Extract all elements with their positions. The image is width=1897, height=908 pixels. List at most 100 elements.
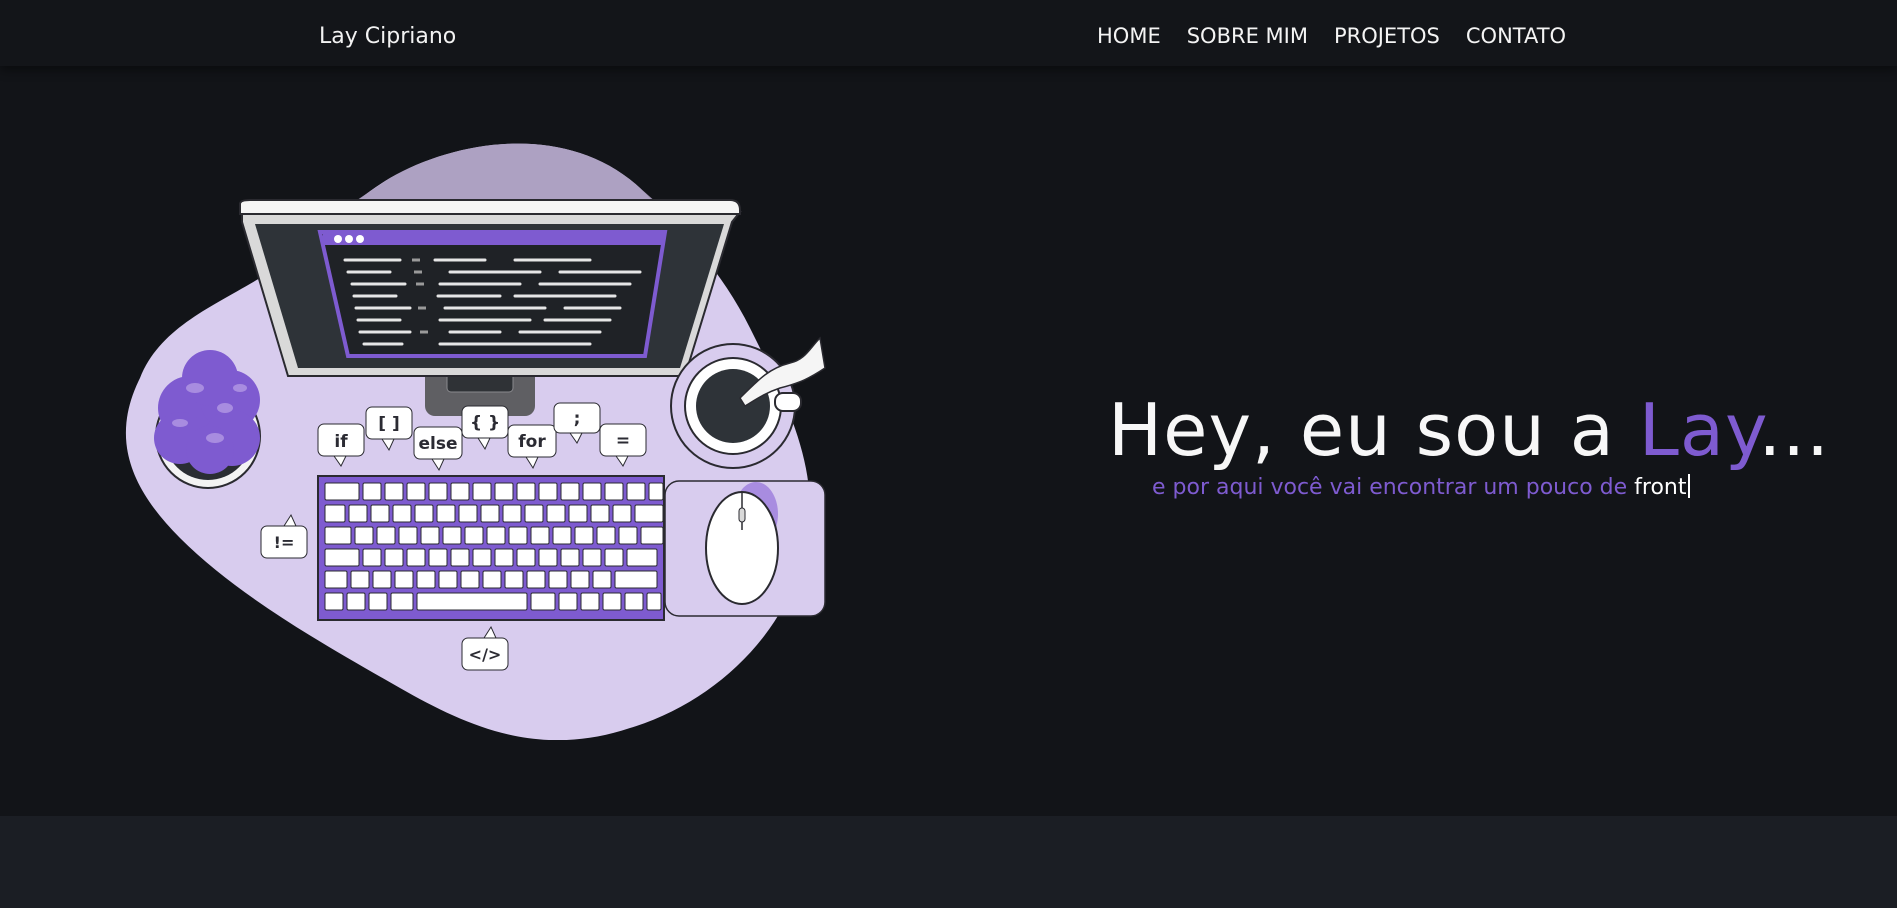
- keyboard-key: [348, 504, 368, 523]
- keyboard-key: [460, 570, 480, 589]
- keyboard-icon: [317, 475, 665, 621]
- keyboard-key: [558, 592, 578, 611]
- keyboard-key: [634, 504, 664, 523]
- keyboard-key: [406, 482, 426, 501]
- headline-greeting: Hey, eu sou a: [1108, 388, 1639, 472]
- keyboard-key: [602, 592, 622, 611]
- keyboard-key: [324, 504, 346, 523]
- keyboard-key: [486, 526, 506, 545]
- keyboard-key: [516, 482, 536, 501]
- keyboard-key: [618, 526, 638, 545]
- keyboard-key: [614, 570, 658, 589]
- keyboard-key: [516, 548, 536, 567]
- coffee-cup-icon: [670, 336, 826, 469]
- keyboard-key: [458, 504, 478, 523]
- keyboard-key: [604, 548, 624, 567]
- brand-logo[interactable]: Lay Cipriano: [319, 24, 456, 49]
- headline-name: Lay: [1638, 388, 1759, 472]
- keyboard-key: [508, 526, 528, 545]
- keyboard-key: [372, 570, 392, 589]
- keyboard-key: [646, 592, 662, 611]
- keyboard-key: [394, 570, 414, 589]
- nav-contato[interactable]: CONTATO: [1466, 24, 1566, 48]
- keyboard-key: [502, 504, 522, 523]
- keyboard-key: [612, 504, 632, 523]
- nav-sobre-mim[interactable]: SOBRE MIM: [1187, 24, 1308, 48]
- typing-caret: [1687, 474, 1690, 498]
- keyboard-key: [548, 570, 568, 589]
- keyboard-key: [406, 548, 426, 567]
- keyboard-key: [626, 482, 646, 501]
- svg-text:</>: </>: [469, 645, 502, 664]
- keyboard-key: [376, 526, 396, 545]
- keyboard-key: [354, 526, 374, 545]
- keyboard-key: [384, 482, 404, 501]
- svg-text:=: =: [616, 431, 630, 451]
- keyboard-key: [472, 548, 492, 567]
- keyboard-key: [582, 548, 602, 567]
- keyboard-key: [362, 482, 382, 501]
- mouse-icon: [664, 480, 826, 617]
- keyboard-key: [480, 504, 500, 523]
- top-navbar: Lay Cipriano HOME SOBRE MIM PROJETOS CON…: [0, 0, 1897, 66]
- svg-text:else: else: [418, 434, 457, 454]
- keyboard-key: [624, 592, 644, 611]
- keyboard-key: [324, 570, 348, 589]
- keyboard-key: [416, 592, 528, 611]
- keyboard-key: [324, 526, 352, 545]
- keyboard-key: [420, 526, 440, 545]
- keyboard-key: [626, 548, 658, 567]
- keyboard-key: [472, 482, 492, 501]
- keyboard-key: [648, 482, 664, 501]
- keyboard-key: [560, 548, 580, 567]
- keyboard-key: [398, 526, 418, 545]
- svg-text:for: for: [518, 432, 546, 452]
- keyboard-key: [582, 482, 602, 501]
- keyboard-key: [350, 570, 370, 589]
- keyboard-key: [368, 592, 388, 611]
- keyboard-key: [428, 548, 448, 567]
- nav-home[interactable]: HOME: [1097, 24, 1161, 48]
- keyboard-key: [524, 504, 544, 523]
- headline-ellipsis: ...: [1758, 388, 1830, 472]
- keyboard-key: [450, 548, 470, 567]
- hero-headline: Hey, eu sou a Lay...: [1108, 388, 1830, 472]
- keyboard-key: [464, 526, 484, 545]
- keyboard-key: [560, 482, 580, 501]
- hero-subtitle: e por aqui você vai encontrar um pouco d…: [1152, 474, 1690, 500]
- keyboard-key: [570, 570, 590, 589]
- keyboard-key: [324, 548, 360, 567]
- keyboard-key: [592, 570, 612, 589]
- keyboard-key: [552, 526, 572, 545]
- keyboard-key: [530, 526, 550, 545]
- keyboard-key: [574, 526, 594, 545]
- keyboard-key: [568, 504, 588, 523]
- keyboard-key: [580, 592, 600, 611]
- keyboard-key: [438, 570, 458, 589]
- subtitle-text: e por aqui você vai encontrar um pouco d…: [1152, 475, 1635, 500]
- keyboard-key: [530, 592, 556, 611]
- svg-text:{ }: { }: [470, 413, 500, 433]
- keyboard-key: [442, 526, 462, 545]
- keyboard-key: [450, 482, 470, 501]
- keyboard-key: [392, 504, 412, 523]
- svg-text:if: if: [334, 432, 348, 452]
- main-menu: HOME SOBRE MIM PROJETOS CONTATO: [1097, 24, 1566, 48]
- keyboard-key: [504, 570, 524, 589]
- keyboard-key: [604, 482, 624, 501]
- keyboard-key: [428, 482, 448, 501]
- keyboard-key: [538, 548, 558, 567]
- keyboard-key: [526, 570, 546, 589]
- keyboard-key: [324, 482, 360, 501]
- svg-text:;: ;: [574, 409, 581, 429]
- keyboard-key: [414, 504, 434, 523]
- keyboard-key: [384, 548, 404, 567]
- keyboard-key: [370, 504, 390, 523]
- keyboard-key: [416, 570, 436, 589]
- nav-projetos[interactable]: PROJETOS: [1334, 24, 1440, 48]
- keyboard-key: [538, 482, 558, 501]
- next-section-band: [0, 816, 1897, 908]
- keyboard-key: [436, 504, 456, 523]
- keyboard-key: [494, 482, 514, 501]
- keyboard-key: [346, 592, 366, 611]
